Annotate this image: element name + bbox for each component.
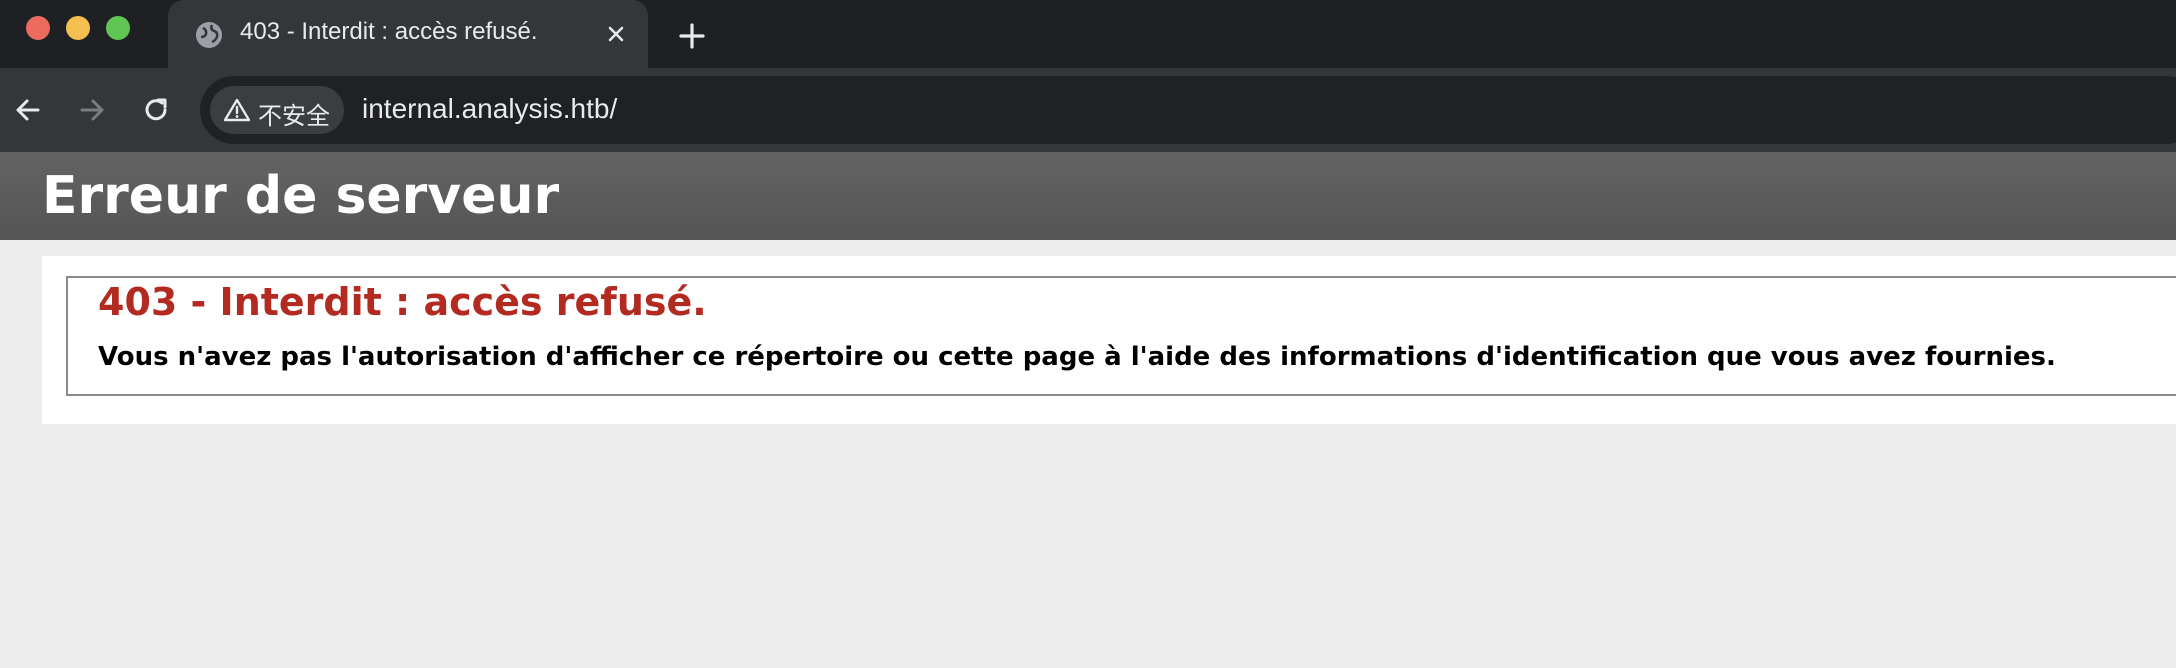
- page-header: Erreur de serveur: [0, 152, 2176, 240]
- tab-active[interactable]: 403 - Interdit : accès refusé.: [168, 0, 648, 68]
- browser-toolbar: 不安全 internal.analysis.htb/: [0, 68, 2176, 152]
- minimize-window-button[interactable]: [66, 16, 90, 40]
- content-panel: 403 - Interdit : accès refusé. Vous n'av…: [42, 256, 2176, 424]
- tab-strip: 403 - Interdit : accès refusé.: [0, 0, 2176, 68]
- back-arrow-icon[interactable]: [10, 92, 46, 128]
- browser-window: 403 - Interdit : accès refusé. 不安全 inter…: [0, 0, 2176, 668]
- close-window-button[interactable]: [26, 16, 50, 40]
- tab-title: 403 - Interdit : accès refusé.: [240, 18, 538, 45]
- page-viewport: Erreur de serveur 403 - Interdit : accès…: [0, 152, 2176, 668]
- error-box: 403 - Interdit : accès refusé. Vous n'av…: [66, 276, 2176, 396]
- error-message: Vous n'avez pas l'autorisation d'affiche…: [98, 342, 2056, 372]
- close-tab-icon[interactable]: [604, 22, 628, 46]
- warning-icon: [224, 98, 250, 122]
- page-title: Erreur de serveur: [42, 166, 560, 226]
- globe-icon: [196, 22, 222, 48]
- reload-icon[interactable]: [138, 92, 174, 128]
- forward-arrow-icon[interactable]: [74, 92, 110, 128]
- maximize-window-button[interactable]: [106, 16, 130, 40]
- address-bar[interactable]: 不安全 internal.analysis.htb/: [200, 76, 2176, 144]
- new-tab-icon[interactable]: [676, 20, 708, 52]
- security-chip[interactable]: 不安全: [210, 86, 344, 134]
- security-label: 不安全: [258, 102, 330, 130]
- url-text[interactable]: internal.analysis.htb/: [362, 93, 617, 125]
- error-title: 403 - Interdit : accès refusé.: [98, 280, 707, 324]
